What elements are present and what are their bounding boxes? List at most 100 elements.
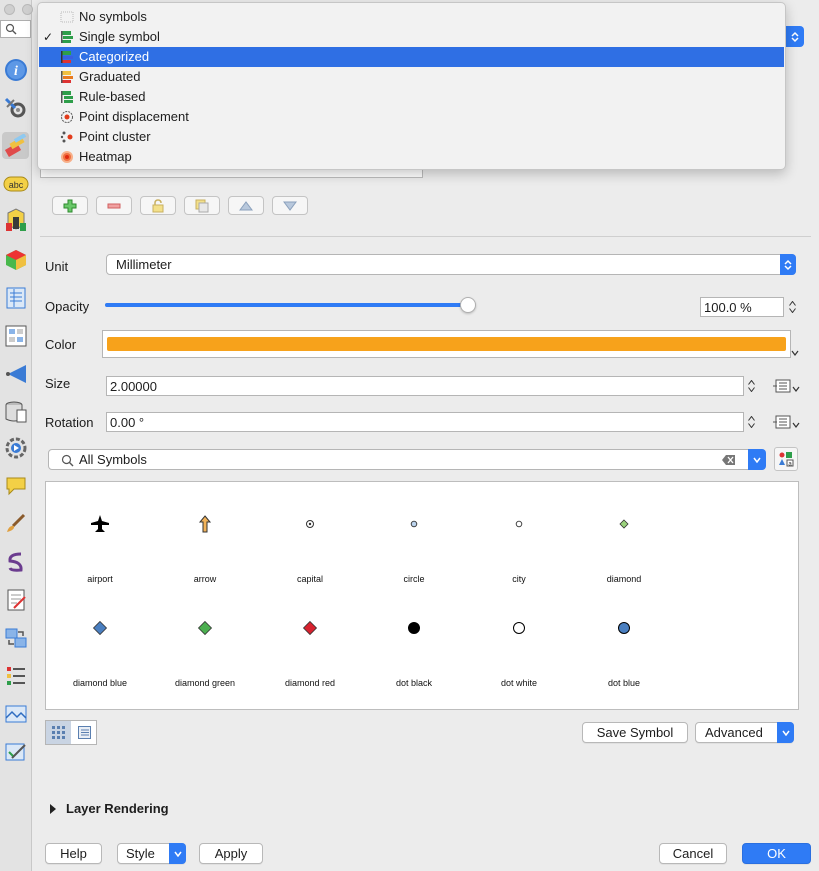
style-manager-icon: a	[779, 452, 794, 467]
symbol-preview-arrow	[198, 515, 212, 533]
information-icon[interactable]: i	[2, 56, 29, 83]
symbol-item[interactable]: arrow	[153, 482, 257, 584]
3d-view-icon[interactable]	[2, 246, 29, 273]
style-button[interactable]: Style	[117, 843, 186, 864]
color-button[interactable]	[102, 330, 791, 358]
icon-view-button[interactable]	[46, 721, 71, 744]
rendering-icon[interactable]	[2, 510, 29, 537]
renderer-select-arrow[interactable]	[786, 26, 804, 47]
symbol-label: circle	[403, 574, 425, 584]
save-symbol-button[interactable]: Save Symbol	[582, 722, 688, 743]
menu-item-point-displacement[interactable]: Point displacement	[39, 107, 784, 127]
window-close-control[interactable]	[4, 4, 15, 15]
symbol-item[interactable]: circle	[362, 482, 466, 584]
symbol-library-search[interactable]: All Symbols	[48, 449, 766, 470]
menu-item-graduated[interactable]: Graduated	[39, 67, 784, 87]
clear-icon[interactable]	[722, 454, 736, 466]
menu-item-point-cluster[interactable]: Point cluster	[39, 127, 784, 147]
symbol-item[interactable]: capital	[258, 482, 362, 584]
joins-icon[interactable]	[2, 360, 29, 387]
actions-icon[interactable]	[2, 434, 29, 461]
menu-item-label: Graduated	[79, 69, 141, 84]
menu-item-label: Point cluster	[79, 129, 151, 144]
menu-item-no-symbols[interactable]: No symbols	[39, 7, 784, 27]
auxiliary-storage-icon[interactable]	[2, 398, 29, 425]
symbology-icon[interactable]	[2, 132, 29, 159]
menu-item-single-symbol[interactable]: ✓ Single symbol	[39, 27, 784, 47]
symbol-label: dot black	[395, 678, 433, 688]
variables-icon[interactable]	[2, 586, 29, 613]
size-stepper[interactable]	[746, 376, 756, 396]
sidebar-search-input[interactable]	[0, 20, 31, 38]
duplicate-layer-button[interactable]	[184, 196, 220, 215]
rotation-stepper[interactable]	[746, 412, 756, 432]
attributes-form-icon[interactable]	[2, 322, 29, 349]
chevron-updown-icon	[791, 31, 799, 42]
size-data-defined-button[interactable]	[773, 377, 801, 395]
layer-rendering-group[interactable]: Layer Rendering	[48, 801, 169, 816]
chevron-up-icon	[747, 380, 755, 385]
symbol-item[interactable]: diamond red	[258, 586, 362, 688]
opacity-slider-handle[interactable]	[460, 297, 476, 313]
symbol-item[interactable]: diamond blue	[48, 586, 152, 688]
symbol-item[interactable]: diamond green	[153, 586, 257, 688]
unit-value: Millimeter	[116, 257, 172, 272]
move-up-button[interactable]	[228, 196, 264, 215]
qgis-server-icon[interactable]	[2, 738, 29, 765]
remove-symbol-layer-button[interactable]	[96, 196, 132, 215]
list-view-button[interactable]	[72, 721, 97, 744]
rotation-data-defined-button[interactable]	[773, 413, 801, 431]
style-manager-button[interactable]: a	[774, 447, 798, 471]
symbol-preview-diamond	[302, 620, 318, 636]
opacity-slider[interactable]	[105, 297, 476, 313]
search-icon	[61, 454, 74, 467]
symbol-item[interactable]: city	[467, 482, 571, 584]
library-filter-dropdown[interactable]	[748, 449, 766, 470]
display-icon[interactable]	[2, 472, 29, 499]
rotation-input[interactable]: 0.00 °	[106, 412, 744, 432]
size-input[interactable]: 2.00000	[106, 376, 744, 396]
opacity-stepper[interactable]	[787, 297, 797, 317]
symbol-item[interactable]: dot black	[362, 586, 466, 688]
symbol-label: capital	[296, 574, 323, 584]
metadata-icon[interactable]	[2, 624, 29, 651]
masks-icon[interactable]	[2, 206, 29, 233]
window-minimize-control[interactable]	[22, 4, 33, 15]
cancel-button[interactable]: Cancel	[659, 843, 727, 864]
section-divider	[40, 236, 811, 237]
symbol-item[interactable]: airport	[48, 482, 152, 584]
symbol-label: airport	[87, 574, 113, 584]
ok-button[interactable]: OK	[742, 843, 811, 864]
symbol-label: dot white	[500, 678, 538, 688]
add-symbol-layer-button[interactable]	[52, 196, 88, 215]
symbol-item[interactable]: diamond	[572, 482, 676, 584]
symbol-preview-diamond	[92, 620, 108, 636]
labels-icon[interactable]: abc	[2, 170, 29, 197]
unit-select[interactable]: Millimeter	[106, 254, 796, 275]
temporal-icon[interactable]	[2, 548, 29, 575]
data-defined-icon	[773, 379, 800, 393]
svg-text:abc: abc	[8, 180, 23, 190]
apply-button[interactable]: Apply	[199, 843, 263, 864]
advanced-button-label: Advanced	[705, 725, 763, 740]
legend-icon[interactable]	[2, 700, 29, 727]
symbol-label: diamond blue	[72, 678, 128, 688]
menu-item-heatmap[interactable]: Heatmap	[39, 147, 784, 167]
source-settings-icon[interactable]	[2, 94, 29, 121]
dependencies-icon[interactable]	[2, 662, 29, 689]
menu-item-categorized[interactable]: Categorized	[39, 47, 784, 67]
chevron-down-icon[interactable]	[791, 350, 799, 356]
chevron-down-icon	[747, 387, 755, 392]
move-down-button[interactable]	[272, 196, 308, 215]
chevron-up-icon	[747, 416, 755, 421]
help-button[interactable]: Help	[45, 843, 102, 864]
advanced-button[interactable]: Advanced	[695, 722, 794, 743]
rotation-label: Rotation	[45, 415, 94, 430]
menu-item-rule-based[interactable]: Rule-based	[39, 87, 784, 107]
lock-layer-button[interactable]	[140, 196, 176, 215]
opacity-spinbox[interactable]: 100.0 %	[700, 297, 784, 317]
fields-icon[interactable]	[2, 284, 29, 311]
symbol-item[interactable]: dot blue	[572, 586, 676, 688]
lock-icon	[152, 198, 164, 212]
symbol-item[interactable]: dot white	[467, 586, 571, 688]
